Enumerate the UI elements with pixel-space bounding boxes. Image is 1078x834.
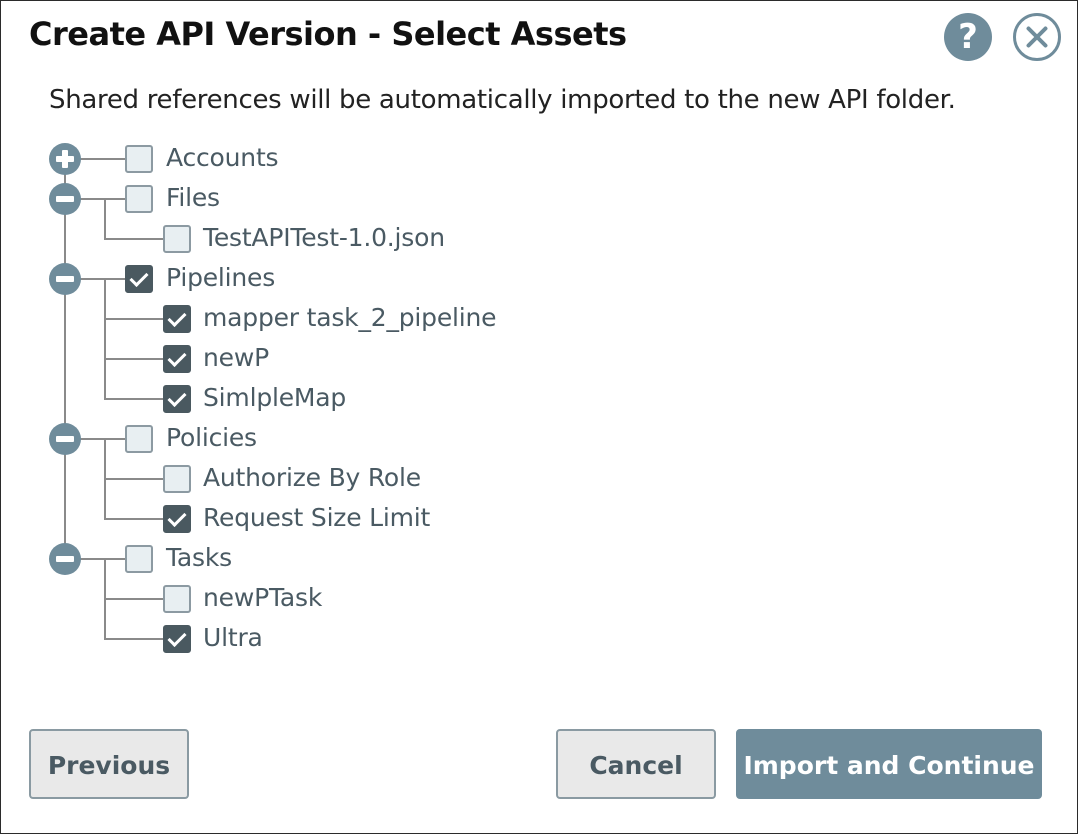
tree-connector [104, 198, 106, 240]
cancel-button[interactable]: Cancel [556, 729, 716, 799]
tree-connector [104, 438, 112, 440]
collapse-icon[interactable] [49, 263, 81, 295]
tree-item-label: Ultra [203, 623, 263, 652]
import-and-continue-button[interactable]: Import and Continue [736, 729, 1042, 799]
collapse-icon[interactable] [49, 423, 81, 455]
tree-connector [104, 198, 112, 200]
collapse-icon[interactable] [49, 543, 81, 575]
tree-spine [64, 159, 66, 559]
tree-item-label: Request Size Limit [203, 503, 431, 532]
checkbox-accounts[interactable] [125, 145, 153, 173]
tree-connector [104, 638, 163, 640]
tree-connector [104, 318, 163, 320]
tree-connector [104, 598, 163, 600]
previous-button[interactable]: Previous [29, 729, 189, 799]
tree-connector [104, 478, 163, 480]
tree-connector [104, 358, 163, 360]
child-checkbox[interactable] [163, 465, 191, 493]
tree-group-label: Policies [166, 423, 257, 452]
tree-connector [104, 558, 112, 560]
tree-item-label: SimlpleMap [203, 383, 347, 412]
checkbox-tasks[interactable] [125, 545, 153, 573]
tree-connector [104, 558, 106, 640]
tree-connector [104, 278, 112, 280]
checkbox-pipelines[interactable] [125, 265, 153, 293]
tree-group-label: Accounts [166, 143, 279, 172]
tree-connector [104, 518, 163, 520]
tree-item-label: newP [203, 343, 269, 372]
collapse-icon[interactable] [49, 183, 81, 215]
tree-item-label: TestAPITest-1.0.json [203, 223, 445, 252]
child-checkbox[interactable] [163, 225, 191, 253]
checkbox-files[interactable] [125, 185, 153, 213]
tree-connector [104, 238, 163, 240]
asset-tree: Accounts Files TestAPITest-1.0.json Pipelin… [1, 1, 1078, 701]
expand-icon[interactable] [49, 143, 81, 175]
tree-connector [104, 438, 106, 520]
child-checkbox[interactable] [163, 305, 191, 333]
tree-group-label: Tasks [166, 543, 232, 572]
tree-connector [104, 278, 106, 400]
tree-group-label: Files [166, 183, 220, 212]
child-checkbox[interactable] [163, 625, 191, 653]
child-checkbox[interactable] [163, 385, 191, 413]
tree-item-label: newPTask [203, 583, 323, 612]
child-checkbox[interactable] [163, 585, 191, 613]
child-checkbox[interactable] [163, 505, 191, 533]
tree-item-label: Authorize By Role [203, 463, 421, 492]
tree-item-label: mapper task_2_pipeline [203, 303, 497, 332]
create-api-version-dialog: Create API Version - Select Assets ? Sha… [0, 0, 1078, 834]
child-checkbox[interactable] [163, 345, 191, 373]
tree-group-label: Pipelines [166, 263, 276, 292]
checkbox-policies[interactable] [125, 425, 153, 453]
tree-connector [104, 398, 163, 400]
